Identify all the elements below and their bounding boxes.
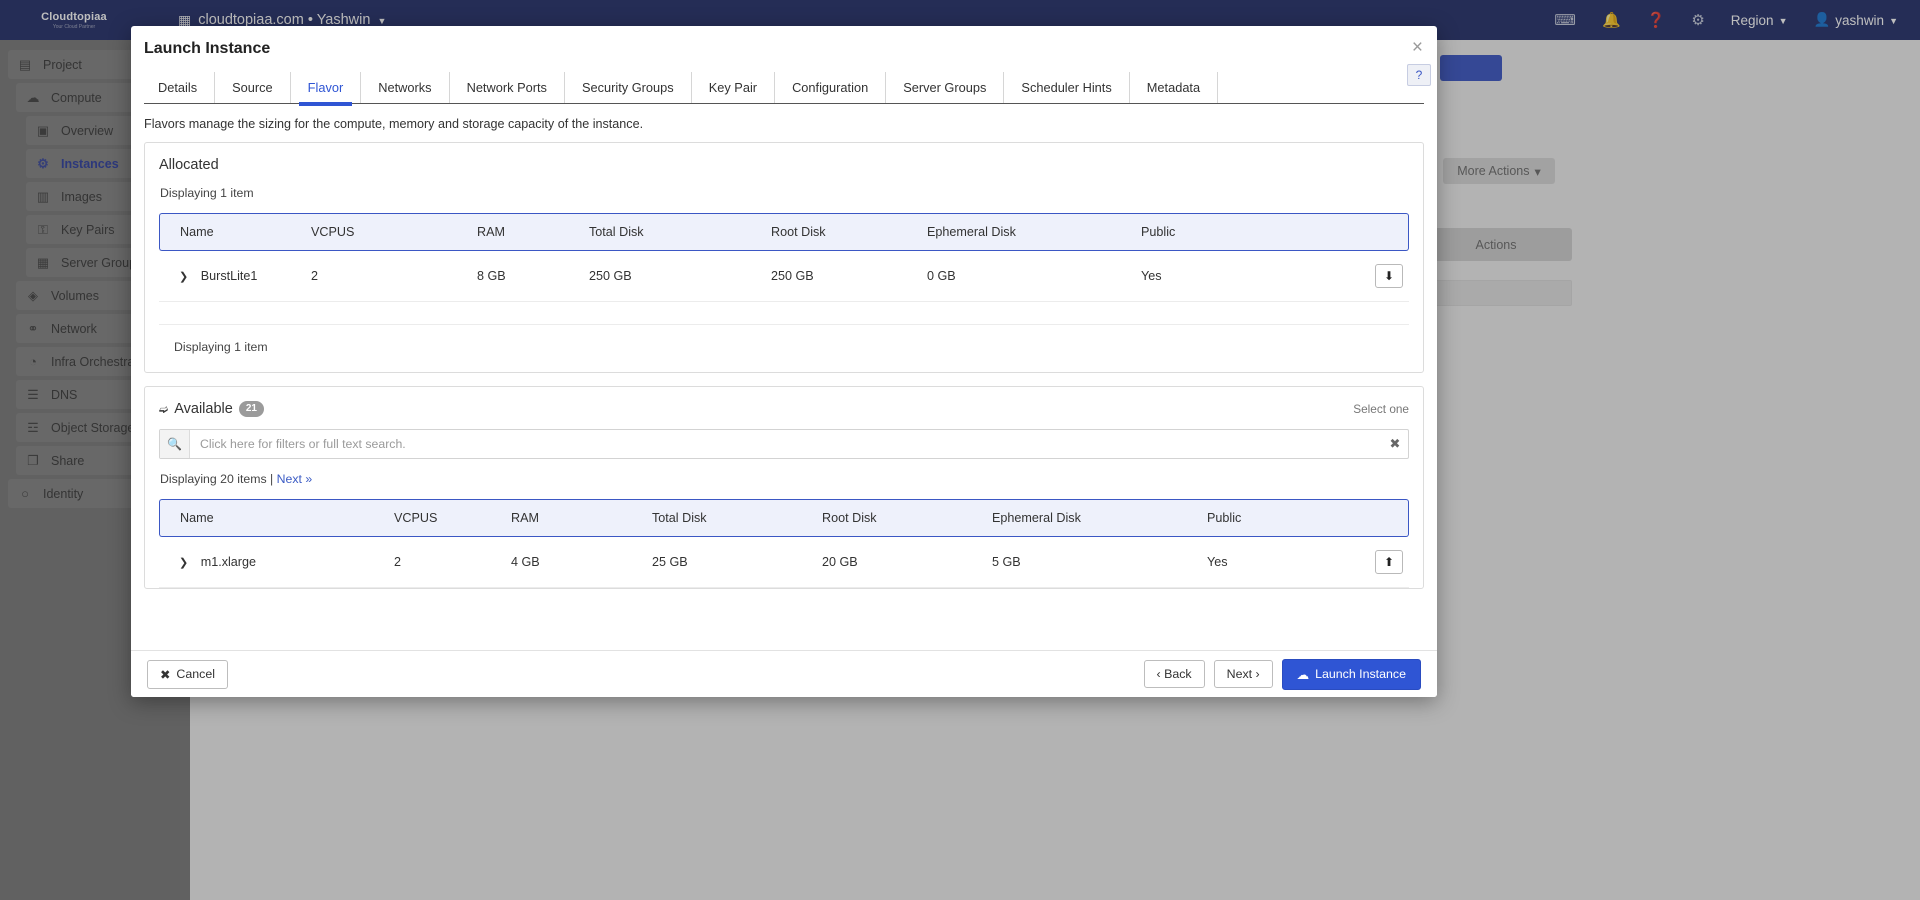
allocated-table: Name VCPUS RAM Total Disk Root Disk Ephe… <box>159 213 1409 302</box>
chevron-right-icon[interactable]: ❯ <box>179 271 188 283</box>
allocated-table-head: Name VCPUS RAM Total Disk Root Disk Ephe… <box>159 213 1409 251</box>
launch-instance-label: Launch Instance <box>1315 667 1406 681</box>
column-header-root-disk[interactable]: Root Disk <box>822 499 992 537</box>
cell-total-disk: 250 GB <box>589 251 771 302</box>
tab-server-groups[interactable]: Server Groups <box>886 72 1004 103</box>
cell-total-disk: 25 GB <box>652 537 822 588</box>
launch-instance-button[interactable]: ☁ Launch Instance <box>1282 659 1421 690</box>
next-button[interactable]: Next › <box>1214 660 1273 688</box>
allocated-header: Allocated <box>145 143 1423 173</box>
footer-right-actions: ‹ Back Next › ☁ Launch Instance <box>1144 659 1422 690</box>
deallocate-flavor-button[interactable]: ⬇ <box>1375 264 1403 288</box>
table-header-row: Name VCPUS RAM Total Disk Root Disk Ephe… <box>159 213 1409 251</box>
page-title: Launch Instance <box>144 40 270 58</box>
column-header-ephemeral-disk[interactable]: Ephemeral Disk <box>927 213 1141 251</box>
tab-key-pair[interactable]: Key Pair <box>692 72 775 103</box>
cell-public: Yes ⬇ <box>1141 251 1409 302</box>
available-table-body: ❯ m1.xlarge 2 4 GB 25 GB 20 GB 5 GB Yes <box>159 537 1409 588</box>
cell-vcpus: 2 <box>394 537 511 588</box>
allocated-table-body: ❯ BurstLite1 2 8 GB 250 GB 250 GB 0 GB Y… <box>159 251 1409 302</box>
cell-public: Yes ⬆ <box>1207 537 1409 588</box>
tab-source[interactable]: Source <box>215 72 291 103</box>
app-root: Cloudtopiaa Your Cloud Partner ▦ cloudto… <box>0 0 1920 900</box>
tab-flavor[interactable]: Flavor <box>291 72 362 103</box>
cloud-icon: ☁ <box>1297 667 1309 682</box>
modal-header: Launch Instance × <box>131 26 1437 72</box>
search-icon: 🔍 <box>160 430 190 458</box>
column-header-ephemeral-disk[interactable]: Ephemeral Disk <box>992 499 1207 537</box>
flavor-description: Flavors manage the sizing for the comput… <box>131 104 1437 142</box>
launch-instance-modal: Launch Instance × ? Details Source Flavo… <box>131 26 1437 697</box>
available-title: Available <box>174 401 233 417</box>
flavor-search-bar: 🔍 ✖ <box>159 429 1409 459</box>
table-header-row: Name VCPUS RAM Total Disk Root Disk Ephe… <box>159 499 1409 537</box>
select-one-hint: Select one <box>1353 402 1409 416</box>
available-toggle[interactable]: ➫ Available 21 <box>159 401 264 417</box>
column-header-root-disk[interactable]: Root Disk <box>771 213 927 251</box>
tab-scheduler-hints[interactable]: Scheduler Hints <box>1004 72 1129 103</box>
tab-metadata[interactable]: Metadata <box>1130 72 1218 103</box>
cell-ephemeral-disk: 0 GB <box>927 251 1141 302</box>
chevron-down-icon: ➫ <box>159 403 168 416</box>
modal-body: Allocated Displaying 1 item Name VCPUS R… <box>131 142 1437 650</box>
cancel-button[interactable]: ✖ Cancel <box>147 660 228 689</box>
tab-configuration[interactable]: Configuration <box>775 72 886 103</box>
cell-name: ❯ m1.xlarge <box>159 537 394 588</box>
tab-network-ports[interactable]: Network Ports <box>450 72 565 103</box>
cell-vcpus: 2 <box>311 251 477 302</box>
cancel-label: Cancel <box>176 667 215 681</box>
available-count-badge: 21 <box>239 401 264 417</box>
column-header-total-disk[interactable]: Total Disk <box>652 499 822 537</box>
cell-ephemeral-disk: 5 GB <box>992 537 1207 588</box>
allocated-count-top: Displaying 1 item <box>145 173 1423 200</box>
allocated-count-bottom: Displaying 1 item <box>159 324 1409 372</box>
available-header: ➫ Available 21 Select one <box>145 387 1423 417</box>
clear-search-icon[interactable]: ✖ <box>1382 430 1408 458</box>
search-input[interactable] <box>190 430 1382 458</box>
available-count: Displaying 20 items | Next » <box>145 459 1423 486</box>
tab-security-groups[interactable]: Security Groups <box>565 72 692 103</box>
column-header-public[interactable]: Public <box>1141 213 1409 251</box>
column-header-vcpus[interactable]: VCPUS <box>311 213 477 251</box>
column-header-ram[interactable]: RAM <box>511 499 652 537</box>
close-icon: ✖ <box>160 667 170 682</box>
table-row[interactable]: ❯ BurstLite1 2 8 GB 250 GB 250 GB 0 GB Y… <box>159 251 1409 302</box>
available-panel: ➫ Available 21 Select one 🔍 ✖ Displaying… <box>144 386 1424 589</box>
modal-footer: ✖ Cancel ‹ Back Next › ☁ Launch Instance <box>131 650 1437 697</box>
flavor-name: BurstLite1 <box>201 269 258 283</box>
table-row[interactable]: ❯ m1.xlarge 2 4 GB 25 GB 20 GB 5 GB Yes <box>159 537 1409 588</box>
tab-networks[interactable]: Networks <box>361 72 449 103</box>
column-header-ram[interactable]: RAM <box>477 213 589 251</box>
column-header-public[interactable]: Public <box>1207 499 1409 537</box>
available-table: Name VCPUS RAM Total Disk Root Disk Ephe… <box>159 499 1409 588</box>
available-count-label: Displaying 20 items | <box>160 472 273 486</box>
column-header-vcpus[interactable]: VCPUS <box>394 499 511 537</box>
cell-root-disk: 250 GB <box>771 251 927 302</box>
cell-ram: 4 GB <box>511 537 652 588</box>
back-button[interactable]: ‹ Back <box>1144 660 1205 688</box>
public-value: Yes <box>1207 555 1228 569</box>
column-header-name[interactable]: Name <box>159 499 394 537</box>
cell-ram: 8 GB <box>477 251 589 302</box>
chevron-right-icon[interactable]: ❯ <box>179 557 188 569</box>
column-header-name[interactable]: Name <box>159 213 311 251</box>
public-value: Yes <box>1141 269 1162 283</box>
available-table-head: Name VCPUS RAM Total Disk Root Disk Ephe… <box>159 499 1409 537</box>
allocate-flavor-button[interactable]: ⬆ <box>1375 550 1403 574</box>
column-header-total-disk[interactable]: Total Disk <box>589 213 771 251</box>
tab-details[interactable]: Details <box>144 72 215 103</box>
cell-name: ❯ BurstLite1 <box>159 251 311 302</box>
cell-root-disk: 20 GB <box>822 537 992 588</box>
allocated-title: Allocated <box>159 157 1409 173</box>
next-page-link[interactable]: Next » <box>277 472 313 486</box>
flavor-name: m1.xlarge <box>201 555 256 569</box>
close-icon[interactable]: × <box>1412 38 1423 57</box>
help-icon[interactable]: ? <box>1407 64 1431 86</box>
modal-tabs: Details Source Flavor Networks Network P… <box>144 72 1424 104</box>
allocated-panel: Allocated Displaying 1 item Name VCPUS R… <box>144 142 1424 373</box>
